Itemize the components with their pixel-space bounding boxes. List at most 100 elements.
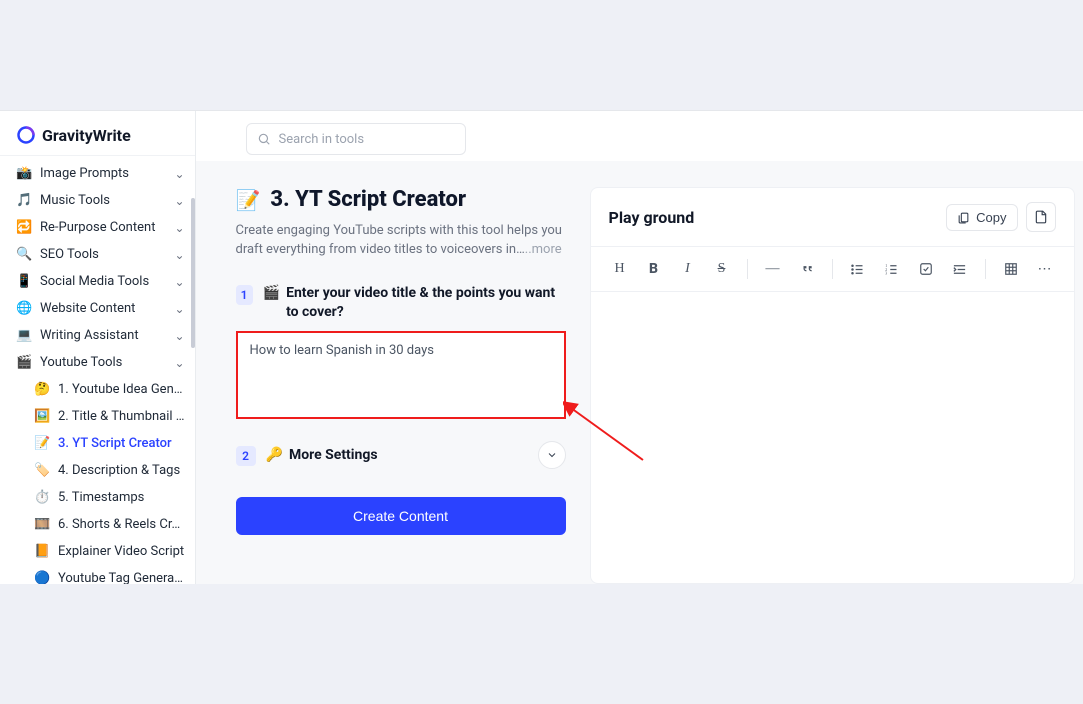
more-settings-label: 🔑 More Settings [266, 447, 528, 463]
sidebar: GravityWrite 📸 Image Prompts ⌄ 🎵 Music T… [0, 111, 196, 584]
sub-item-tag-gen[interactable]: 🔵 Youtube Tag Genera… [0, 565, 195, 584]
more-button[interactable]: ⋯ [1030, 255, 1060, 283]
sidebar-item-image-prompts[interactable]: 📸 Image Prompts ⌄ [0, 160, 195, 187]
chevron-down-icon: ⌄ [174, 221, 184, 235]
phone-icon: 📱 [16, 274, 32, 289]
sidebar-item-social[interactable]: 📱 Social Media Tools ⌄ [0, 268, 195, 295]
step-2-badge: 2 [236, 446, 256, 466]
chevron-down-icon: ⌄ [174, 194, 184, 208]
brand-logo[interactable]: GravityWrite [0, 111, 195, 156]
sub-label: Explainer Video Script [58, 544, 185, 559]
thinking-icon: 🤔 [34, 382, 50, 397]
globe-icon: 🌐 [16, 301, 32, 316]
editor-canvas[interactable] [591, 292, 1074, 583]
playground-panel: Play ground Copy H B I S — [590, 187, 1075, 584]
bold-button[interactable]: B [639, 255, 669, 283]
sidebar-label: Social Media Tools [40, 274, 166, 289]
italic-button[interactable]: I [673, 255, 703, 283]
dot-icon: 🔵 [34, 571, 50, 584]
main-area: Search in tools 📝 3. YT Script Creator C… [196, 111, 1083, 584]
tag-icon: 🏷️ [34, 463, 50, 478]
search-input[interactable]: Search in tools [246, 123, 466, 155]
book-icon: 📙 [34, 544, 50, 559]
laptop-icon: 💻 [16, 328, 32, 343]
quote-button[interactable] [792, 255, 822, 283]
sub-label: Youtube Tag Genera… [58, 571, 185, 584]
indent-button[interactable] [945, 255, 975, 283]
search-icon [257, 132, 271, 146]
search-placeholder: Search in tools [279, 132, 365, 147]
search-icon: 🔍 [16, 247, 32, 262]
page-icon: 📝 [236, 188, 261, 212]
svg-text:3: 3 [885, 271, 887, 275]
indent-icon [952, 262, 967, 277]
sub-item-idea-gen[interactable]: 🤔 1. Youtube Idea Gen… [0, 376, 195, 403]
brand-name: GravityWrite [42, 126, 131, 145]
youtube-icon: 🎬 [16, 355, 32, 370]
sub-item-timestamps[interactable]: ⏱️ 5. Timestamps [0, 484, 195, 511]
ul-button[interactable] [843, 255, 873, 283]
sub-label: 5. Timestamps [58, 490, 185, 505]
film-icon: 🎞️ [34, 517, 50, 532]
sidebar-label: Re-Purpose Content [40, 220, 166, 235]
sidebar-item-repurpose[interactable]: 🔁 Re-Purpose Content ⌄ [0, 214, 195, 241]
playground-title: Play ground [609, 208, 939, 227]
checklist-button[interactable] [911, 255, 941, 283]
sidebar-item-youtube[interactable]: 🎬 Youtube Tools ⌄ [0, 349, 195, 376]
form-column: 📝 3. YT Script Creator Create engaging Y… [236, 187, 566, 584]
sub-item-script-creator[interactable]: 📝 3. YT Script Creator [0, 430, 195, 457]
step-2-text: More Settings [289, 447, 378, 463]
chevron-down-icon [546, 449, 558, 461]
step-1-badge: 1 [236, 285, 253, 305]
copy-button[interactable]: Copy [946, 204, 1017, 231]
copy-label: Copy [976, 210, 1006, 225]
quote-icon [800, 262, 814, 276]
sidebar-item-website[interactable]: 🌐 Website Content ⌄ [0, 295, 195, 322]
ol-button[interactable]: 123 [877, 255, 907, 283]
brand-icon [16, 125, 36, 145]
sidebar-item-writing[interactable]: 💻 Writing Assistant ⌄ [0, 322, 195, 349]
sidebar-label: Website Content [40, 301, 166, 316]
table-button[interactable] [996, 255, 1026, 283]
sidebar-label: SEO Tools [40, 247, 166, 262]
memo-icon: 📝 [34, 436, 50, 451]
table-icon [1004, 262, 1018, 276]
editor-toolbar: H B I S — 123 ⋯ [591, 246, 1074, 292]
list-ol-icon: 123 [884, 262, 899, 277]
video-title-input[interactable]: How to learn Spanish in 30 days [236, 331, 566, 419]
sub-item-title-thumb[interactable]: 🖼️ 2. Title & Thumbnail … [0, 403, 195, 430]
desc-text: Create engaging YouTube scripts with thi… [236, 223, 562, 257]
sub-label: 2. Title & Thumbnail … [58, 409, 185, 424]
sub-item-explainer[interactable]: 📙 Explainer Video Script [0, 538, 195, 565]
hr-button[interactable]: — [758, 255, 788, 283]
sub-label: 3. YT Script Creator [58, 436, 185, 451]
chevron-down-icon: ⌄ [174, 167, 184, 181]
page-title: 3. YT Script Creator [270, 187, 466, 212]
camera-icon: 📸 [16, 166, 32, 181]
scrollbar[interactable] [191, 198, 195, 348]
toolbar-separator [747, 259, 748, 279]
more-link[interactable]: ..more [525, 242, 562, 257]
sidebar-item-seo[interactable]: 🔍 SEO Tools ⌄ [0, 241, 195, 268]
sub-label: 1. Youtube Idea Gen… [58, 382, 185, 397]
repeat-icon: 🔁 [16, 220, 32, 235]
download-button[interactable] [1026, 202, 1056, 232]
toolbar-separator [985, 259, 986, 279]
sidebar-label: Youtube Tools [40, 355, 166, 370]
image-icon: 🖼️ [34, 409, 50, 424]
search-row: Search in tools [196, 111, 1083, 161]
sidebar-item-music-tools[interactable]: 🎵 Music Tools ⌄ [0, 187, 195, 214]
expand-settings-button[interactable] [538, 441, 566, 469]
chevron-down-icon: ⌄ [174, 356, 184, 370]
step-1-text: Enter your video title & the points you … [286, 284, 565, 322]
strike-button[interactable]: S [707, 255, 737, 283]
sub-label: 4. Description & Tags [58, 463, 185, 478]
create-content-button[interactable]: Create Content [236, 497, 566, 535]
sub-item-shorts[interactable]: 🎞️ 6. Shorts & Reels Cr… [0, 511, 195, 538]
sidebar-label: Image Prompts [40, 166, 166, 181]
heading-button[interactable]: H [605, 255, 635, 283]
music-icon: 🎵 [16, 193, 32, 208]
clock-icon: ⏱️ [34, 490, 50, 505]
clapper-icon: 🎬 [263, 284, 280, 322]
sub-item-desc-tags[interactable]: 🏷️ 4. Description & Tags [0, 457, 195, 484]
